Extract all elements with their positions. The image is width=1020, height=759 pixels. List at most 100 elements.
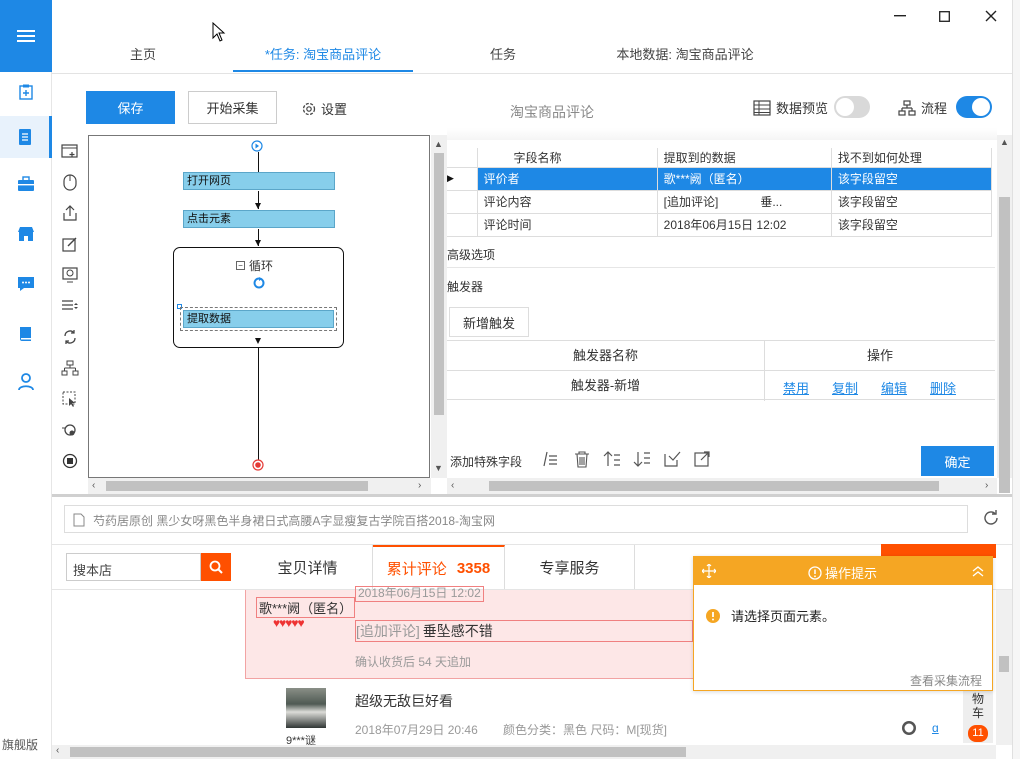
loop-header[interactable]: − 循环 [236, 257, 273, 274]
fields-table-header: 字段名称 提取到的数据 找不到如何处理 [447, 148, 993, 168]
shop-search-button[interactable] [201, 553, 231, 581]
info-icon [808, 565, 822, 580]
user-icon[interactable] [0, 364, 52, 400]
move-down-icon[interactable] [633, 450, 651, 471]
tasks-icon[interactable] [0, 116, 52, 158]
tab-product-detail[interactable]: 宝贝详情 [243, 545, 373, 589]
refresh-icon[interactable] [982, 509, 1000, 530]
field-handle-cell[interactable]: 该字段留空 [831, 167, 993, 191]
table-row[interactable]: 评论内容 [追加评论] 垂... 该字段留空 [447, 190, 993, 214]
trigger-row-name[interactable]: 触发器-新增 [447, 371, 765, 401]
flow-node-open-webpage[interactable]: 打开网页 [183, 172, 335, 190]
canvas-vertical-scrollbar[interactable]: ▲ ▼ [431, 135, 447, 478]
hamburger-menu-icon[interactable] [0, 0, 52, 72]
flow-node-click-element[interactable]: 点击元素 [183, 210, 335, 228]
add-special-field-button[interactable]: 添加特殊字段 [450, 453, 522, 470]
col-not-found-handling[interactable]: 找不到如何处理 [831, 148, 993, 168]
edit-field-icon[interactable] [541, 450, 559, 471]
extract-data-tool-icon[interactable] [58, 201, 82, 225]
col-extracted-data[interactable]: 提取到的数据 [657, 148, 832, 168]
field-value-cell[interactable]: 2018年06月15日 12:02 [657, 213, 832, 237]
captcha-tool-icon[interactable] [58, 263, 82, 287]
delete-field-icon[interactable] [573, 450, 591, 471]
move-icon[interactable] [702, 564, 716, 578]
save-button[interactable]: 保存 [86, 91, 175, 124]
col-field-name[interactable]: 字段名称 [477, 148, 658, 168]
advanced-options-section[interactable]: 高级选项 [447, 246, 995, 268]
data-preview-toggle[interactable] [834, 96, 870, 118]
open-webpage-tool-icon[interactable] [58, 139, 82, 163]
tip-header[interactable]: 操作提示 [694, 557, 992, 585]
maximize-icon[interactable] [932, 6, 956, 26]
shop-search-input[interactable]: 搜本店 [66, 553, 201, 581]
field-handle-cell[interactable]: 该字段留空 [831, 190, 993, 214]
tab-divider [52, 73, 1012, 74]
tab-tasks[interactable]: 任务 [463, 44, 543, 72]
tab-task-edit[interactable]: *任务: 淘宝商品评论 [233, 44, 413, 72]
trigger-edit-link[interactable]: 编辑 [881, 378, 907, 397]
cart-label: 物车 [971, 692, 984, 720]
feedback-link[interactable]: ɑ [932, 721, 939, 735]
loop-tool-icon[interactable] [58, 325, 82, 349]
flow-toggle[interactable] [956, 96, 992, 118]
browser-horizontal-scrollbar[interactable]: ‹ [52, 745, 996, 759]
collapse-up-icon[interactable] [972, 565, 984, 577]
refresh-element-tool-icon[interactable] [58, 418, 82, 442]
stop-tool-icon[interactable] [58, 449, 82, 473]
table-row[interactable]: 评论时间 2018年06月15日 12:02 该字段留空 [447, 213, 993, 237]
close-icon[interactable] [979, 6, 1003, 26]
review-time[interactable]: 2018年06月15日 12:02 [355, 586, 484, 602]
collapse-icon[interactable]: − [236, 261, 245, 270]
address-bar[interactable]: 芍药居原创 黑少女呀黑色半身裙日式高腰A字显瘦复古学院百搭2018-淘宝网 [64, 505, 968, 533]
settings-button[interactable]: 设置 [301, 99, 347, 118]
browser-vertical-scrollbar[interactable] [996, 590, 1012, 745]
export-field-icon[interactable] [693, 450, 711, 471]
customize-field-icon[interactable] [663, 450, 681, 471]
field-value-cell[interactable]: 歌***阙（匿名） [657, 167, 832, 191]
flow-loop-container[interactable]: − 循环 提取数据 [173, 247, 344, 348]
view-flow-link[interactable]: 查看采集流程 [910, 672, 982, 689]
task-title[interactable]: 淘宝商品评论 [510, 102, 594, 122]
select-element-tool-icon[interactable] [58, 387, 82, 411]
data-preview-label-group: 数据预览 [753, 98, 828, 117]
tab-services[interactable]: 专享服务 [505, 545, 635, 589]
wangwang-icon[interactable] [901, 720, 917, 739]
field-value-cell[interactable]: [追加评论] 垂... [657, 190, 832, 214]
store-icon[interactable] [0, 216, 52, 252]
config-horizontal-scrollbar[interactable]: ‹ › [447, 478, 997, 494]
add-trigger-button[interactable]: 新增触发 [449, 307, 529, 337]
tab-home[interactable]: 主页 [100, 44, 186, 72]
field-name-cell[interactable]: 评论内容 [477, 190, 658, 214]
confirm-button[interactable]: 确定 [921, 446, 994, 476]
review-content[interactable]: [追加评论] 垂坠感不错 [355, 620, 693, 642]
canvas-horizontal-scrollbar[interactable]: ‹ › [88, 478, 431, 494]
toolbox-icon[interactable] [0, 166, 52, 202]
trigger-section-header[interactable]: 触发器 [447, 278, 995, 300]
switch-dropdown-tool-icon[interactable] [58, 294, 82, 318]
config-vertical-scrollbar[interactable]: ▲ [997, 135, 1012, 493]
field-name-cell[interactable]: 评论时间 [477, 213, 658, 237]
review-content-2[interactable]: 超级无敌巨好看 [355, 691, 453, 711]
minimize-icon[interactable] [888, 6, 912, 26]
start-collect-button[interactable]: 开始采集 [188, 91, 277, 124]
input-text-tool-icon[interactable] [58, 232, 82, 256]
trigger-copy-link[interactable]: 复制 [832, 378, 858, 397]
tab-local-data[interactable]: 本地数据: 淘宝商品评论 [590, 44, 780, 72]
trigger-disable-link[interactable]: 禁用 [783, 378, 809, 397]
flow-canvas[interactable]: 打开网页 点击元素 − 循环 提取数据 [88, 135, 430, 478]
book-icon[interactable] [0, 316, 52, 352]
move-up-icon[interactable] [603, 450, 621, 471]
panel-splitter[interactable] [52, 494, 1014, 497]
condition-tool-icon[interactable] [58, 356, 82, 380]
message-icon[interactable] [0, 266, 52, 302]
field-name-cell[interactable]: 评价者 [477, 167, 658, 191]
review-photo[interactable] [286, 688, 326, 728]
new-task-icon[interactable] [0, 74, 52, 110]
reviewer-name[interactable]: 歌***阙（匿名） [256, 597, 356, 618]
tab-reviews[interactable]: 累计评论 3358 [373, 545, 505, 589]
flow-node-extract-data[interactable]: 提取数据 [183, 310, 334, 328]
field-handle-cell[interactable]: 该字段留空 [831, 213, 993, 237]
trigger-delete-link[interactable]: 删除 [930, 378, 956, 397]
click-element-tool-icon[interactable] [58, 170, 82, 194]
table-row[interactable]: ▶ 评价者 歌***阙（匿名） 该字段留空 [447, 167, 993, 191]
